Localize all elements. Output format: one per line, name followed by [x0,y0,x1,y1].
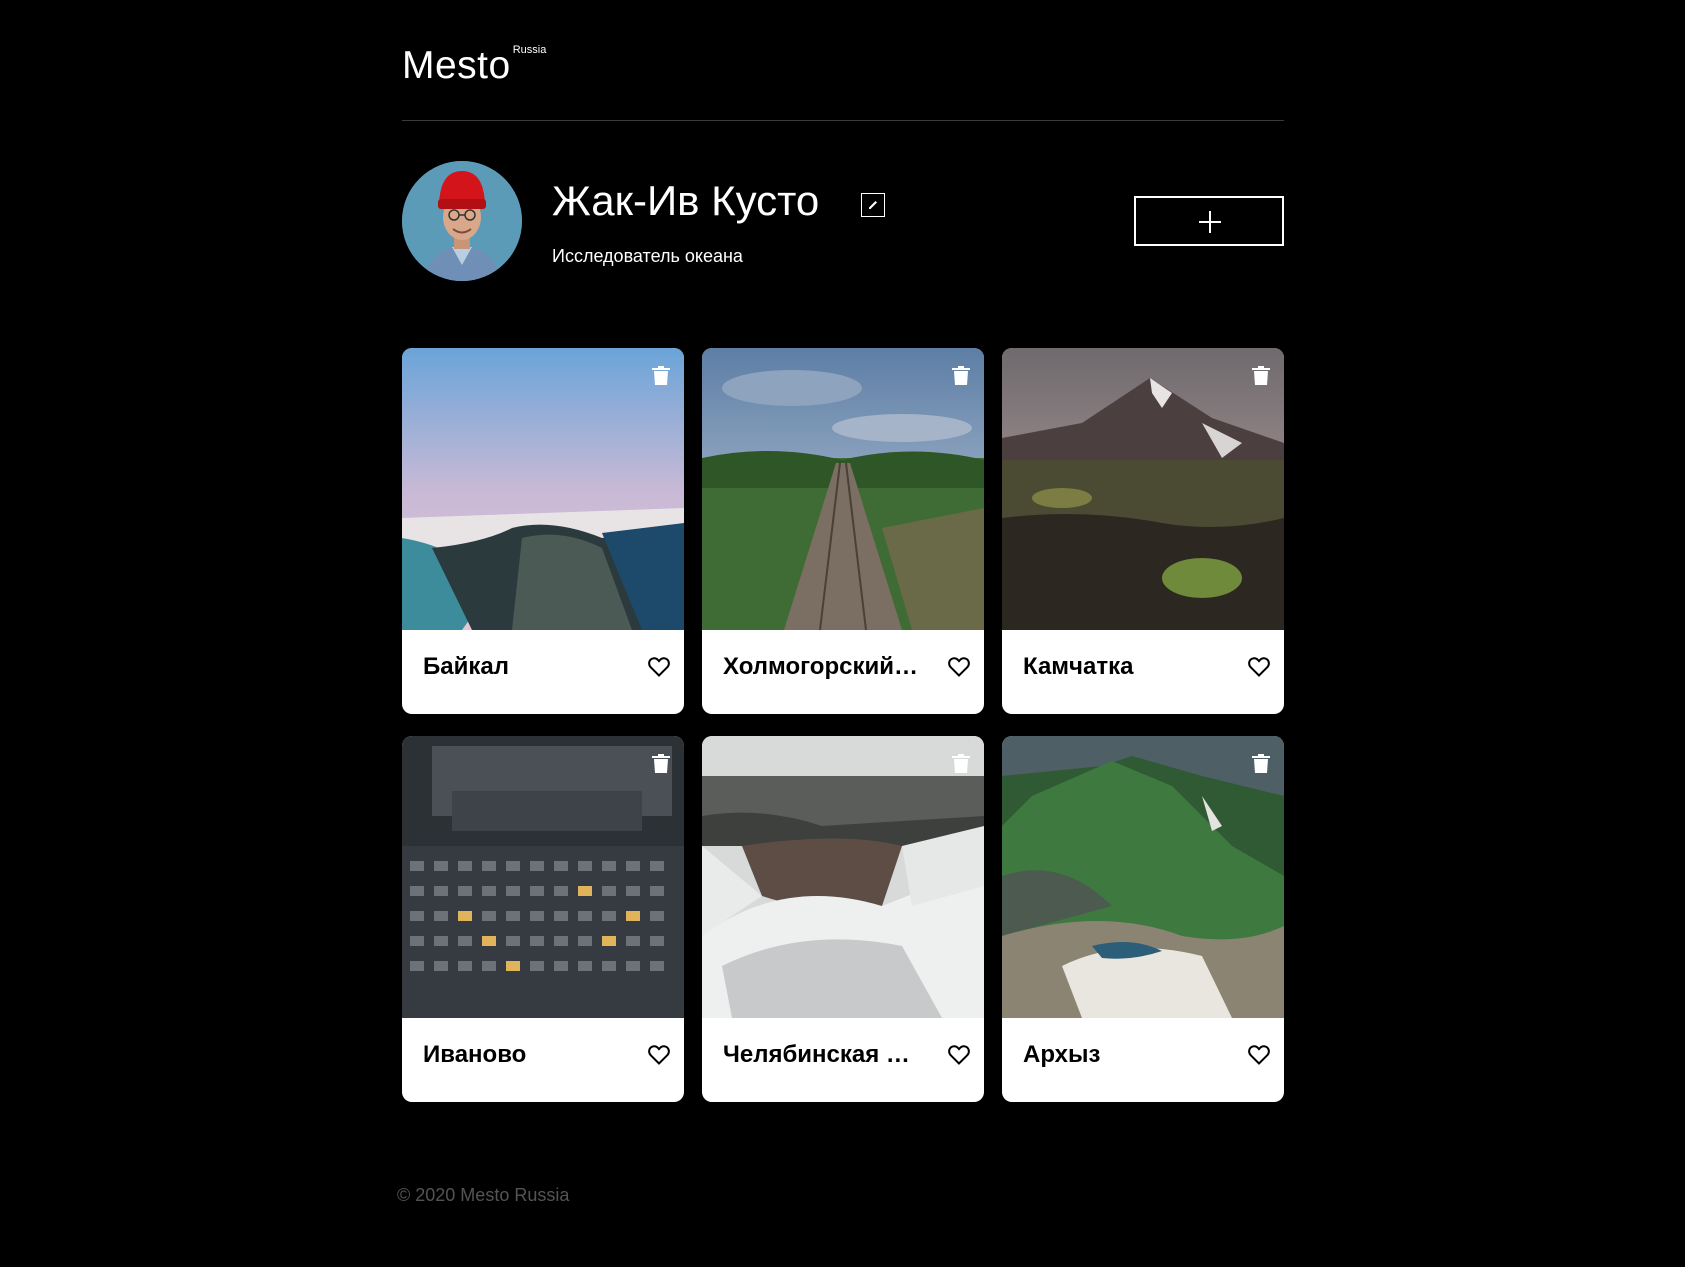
add-card-button[interactable] [1134,196,1284,246]
profile-about: Исследователь океана [552,246,743,266]
photo-ivanovo [402,736,684,1018]
heart-icon[interactable] [1248,1045,1270,1065]
profile: Жак-Ив Кусто Исследователь океана [402,161,1284,281]
card-title: Камчатка [1023,653,1134,680]
card: Байкал [402,348,684,714]
trash-icon[interactable] [952,754,970,773]
photo-arkhyz [1002,736,1284,1018]
heart-icon[interactable] [1248,657,1270,677]
card-photo[interactable] [702,348,984,630]
photo-chelyabinsk [702,736,984,1018]
profile-name: Жак-Ив Кусто [552,177,820,224]
trash-icon[interactable] [1252,754,1270,773]
card-photo[interactable] [702,736,984,1018]
header: Mesto Russia [402,0,1284,121]
photo-kamchatka [1002,348,1284,630]
heart-icon[interactable] [948,1045,970,1065]
edit-profile-button[interactable] [861,193,885,217]
card-title: Байкал [423,653,509,680]
heart-icon[interactable] [948,657,970,677]
card: Камчатка [1002,348,1284,714]
card-title: Иваново [423,1041,527,1068]
page: Mesto Russia Жак-Ив Кусто Исследователь … [0,0,1685,1267]
logo-text: Mesto [402,44,511,87]
card-title: Архыз [1023,1041,1101,1068]
card: Челябинская область [702,736,984,1102]
profile-avatar[interactable] [402,161,522,281]
card-photo[interactable] [402,348,684,630]
trash-icon[interactable] [652,366,670,385]
heart-icon[interactable] [648,1045,670,1065]
card-title: Челябинская область [723,1041,923,1068]
trash-icon[interactable] [652,754,670,773]
heart-icon[interactable] [648,657,670,677]
trash-icon[interactable] [952,366,970,385]
card: Холмогорский район [702,348,984,714]
logo[interactable]: Mesto Russia [402,44,546,88]
card: Архыз [1002,736,1284,1102]
pencil-icon [869,201,877,209]
card-photo[interactable] [1002,736,1284,1018]
photo-kholmogorsky [702,348,984,630]
card-photo[interactable] [402,736,684,1018]
plus-icon [1199,211,1221,233]
avatar-photo [402,161,522,281]
photo-baikal [402,348,684,630]
card-title: Холмогорский район [723,653,923,680]
footer-copyright: © 2020 Mesto Russia [397,1185,570,1205]
card: Иваново [402,736,684,1102]
logo-subtext: Russia [512,44,547,56]
trash-icon[interactable] [1252,366,1270,385]
card-photo[interactable] [1002,348,1284,630]
